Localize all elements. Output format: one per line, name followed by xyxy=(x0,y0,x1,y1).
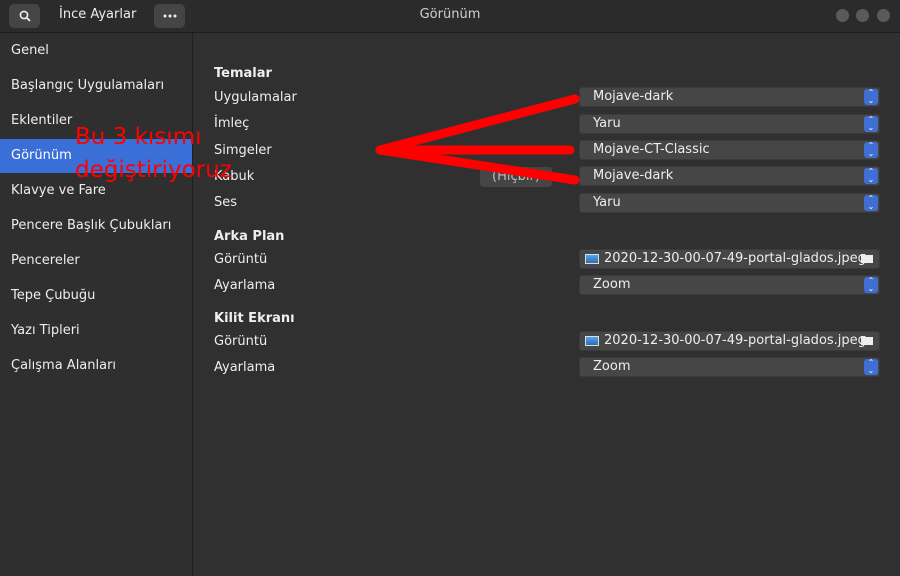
combo-arrows-icon: ⌃ ⌄ xyxy=(864,195,878,211)
lock-image-label: Görüntü xyxy=(214,334,268,349)
folder-icon xyxy=(861,336,873,345)
lock-image-value: 2020-12-30-00-07-49-portal-glados.jpeg xyxy=(604,333,866,348)
lock-adjustment-value: Zoom xyxy=(593,359,631,374)
sound-theme-combo[interactable]: Yaru ⌃ ⌄ xyxy=(579,193,880,213)
background-image-label: Görüntü xyxy=(214,252,268,267)
background-image-chooser[interactable]: 2020-12-30-00-07-49-portal-glados.jpeg xyxy=(579,249,880,269)
cursor-theme-combo[interactable]: Yaru ⌃ ⌄ xyxy=(579,114,880,134)
icons-label: Simgeler xyxy=(214,143,272,158)
section-themes-header: Temalar xyxy=(214,66,272,81)
appearance-panel: Temalar Uygulamalar Mojave-dark ⌃ ⌄ İmleç… xyxy=(193,33,900,576)
lock-adjustment-combo[interactable]: Zoom ⌃ ⌄ xyxy=(579,357,880,377)
sound-label: Ses xyxy=(214,195,238,210)
background-adjustment-combo[interactable]: Zoom ⌃ ⌄ xyxy=(579,275,880,295)
shell-theme-combo[interactable]: Mojave-dark ⌃ ⌄ xyxy=(579,166,880,186)
combo-arrows-icon: ⌃ ⌄ xyxy=(864,277,878,293)
shell-none-button[interactable]: (Hiçbir) xyxy=(480,167,552,187)
applications-theme-value: Mojave-dark xyxy=(593,89,674,104)
shell-theme-value: Mojave-dark xyxy=(593,168,674,183)
background-image-value: 2020-12-30-00-07-49-portal-glados.jpeg xyxy=(604,251,866,266)
combo-arrows-icon: ⌃ ⌄ xyxy=(864,116,878,132)
minimize-button[interactable] xyxy=(836,9,849,22)
image-file-icon xyxy=(585,254,599,264)
sidebar: Genel Başlangıç Uygulamaları Eklentiler … xyxy=(0,33,193,576)
cursor-theme-value: Yaru xyxy=(593,116,621,131)
sidebar-item-fonts[interactable]: Yazı Tipleri xyxy=(0,314,192,348)
applications-theme-combo[interactable]: Mojave-dark ⌃ ⌄ xyxy=(579,87,880,107)
sidebar-item-startup-apps[interactable]: Başlangıç Uygulamaları xyxy=(0,69,192,103)
lock-image-chooser[interactable]: 2020-12-30-00-07-49-portal-glados.jpeg xyxy=(579,331,880,351)
combo-arrows-icon: ⌃ ⌄ xyxy=(864,359,878,375)
sidebar-item-workspaces[interactable]: Çalışma Alanları xyxy=(0,349,192,383)
sidebar-item-windows[interactable]: Pencereler xyxy=(0,244,192,278)
combo-arrows-icon: ⌃ ⌄ xyxy=(864,89,878,105)
lock-adjustment-label: Ayarlama xyxy=(214,360,276,375)
icons-theme-value: Mojave-CT-Classic xyxy=(593,142,710,157)
combo-arrows-icon: ⌃ ⌄ xyxy=(864,142,878,158)
folder-icon xyxy=(861,254,873,263)
annotation-text-line1: Bu 3 kısımı xyxy=(75,124,202,150)
icons-theme-combo[interactable]: Mojave-CT-Classic ⌃ ⌄ xyxy=(579,140,880,160)
window-title: Görünüm xyxy=(419,7,481,22)
cursor-label: İmleç xyxy=(214,116,250,131)
section-background-header: Arka Plan xyxy=(214,229,285,244)
header-bar: İnce Ayarlar Görünüm xyxy=(0,0,900,33)
sidebar-item-top-bar[interactable]: Tepe Çubuğu xyxy=(0,279,192,313)
background-adjustment-value: Zoom xyxy=(593,277,631,292)
section-lock-screen-header: Kilit Ekranı xyxy=(214,311,295,326)
annotation-text-line2: değiştiriyoruz xyxy=(75,157,232,183)
combo-arrows-icon: ⌃ ⌄ xyxy=(864,168,878,184)
sidebar-item-window-titlebars[interactable]: Pencere Başlık Çubukları xyxy=(0,209,192,243)
image-file-icon xyxy=(585,336,599,346)
background-adjustment-label: Ayarlama xyxy=(214,278,276,293)
close-button[interactable] xyxy=(877,9,890,22)
sidebar-item-general[interactable]: Genel xyxy=(0,34,192,68)
sound-theme-value: Yaru xyxy=(593,195,621,210)
maximize-button[interactable] xyxy=(856,9,869,22)
applications-label: Uygulamalar xyxy=(214,90,297,105)
